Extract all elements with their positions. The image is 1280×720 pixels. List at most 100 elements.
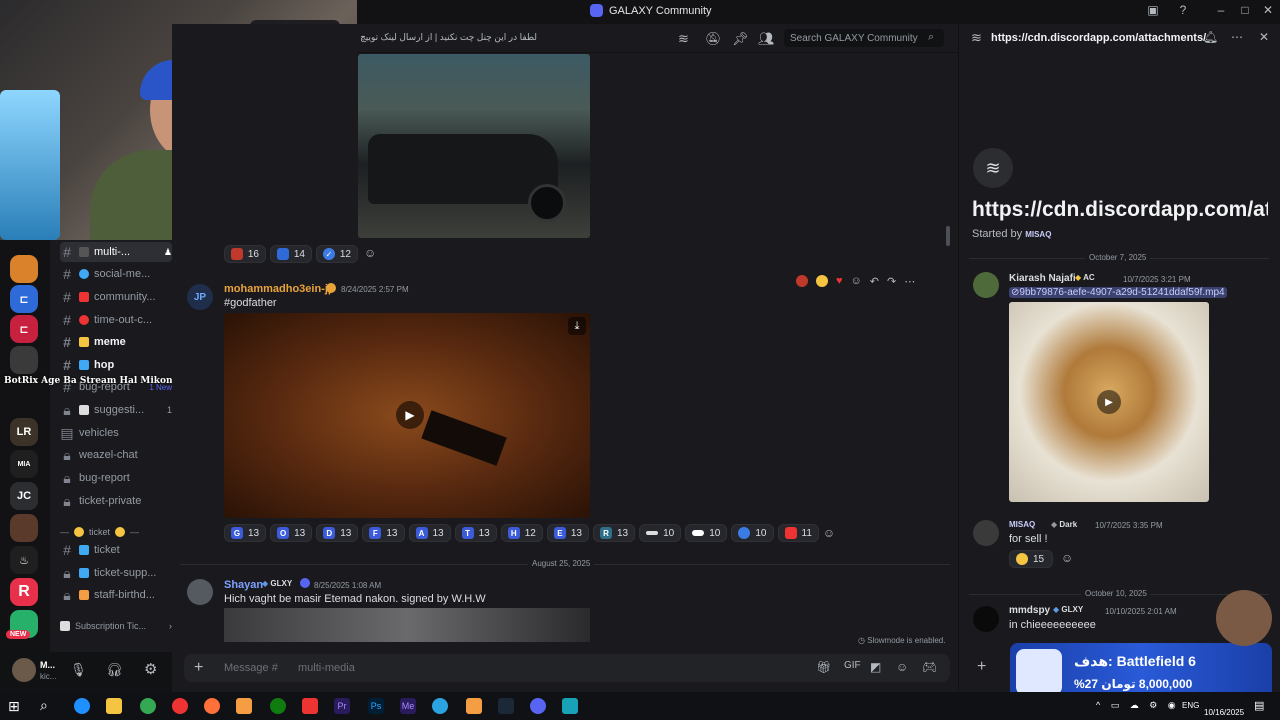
message-composer[interactable]: + Message # multi-media 🎁︎ GIF ◩ ☺ 🎮︎ [184, 654, 950, 682]
server-icon[interactable]: ⊏ [10, 285, 38, 313]
channel-multi-media[interactable]: # multi-... ♟ [60, 242, 172, 262]
reaction-button[interactable]: F 13 [362, 524, 405, 542]
message-author[interactable]: MISAQ [1009, 520, 1035, 529]
close-thread-icon[interactable]: ✕ [1259, 30, 1269, 44]
channel-ticket[interactable]: # ticket [60, 540, 172, 560]
inbox-icon[interactable]: ▣ [1143, 3, 1163, 17]
reaction-button[interactable]: G 13 [224, 524, 267, 542]
video-attachment[interactable]: ▶ ⤓ [224, 313, 590, 518]
xbox-icon[interactable] [270, 698, 286, 714]
sticker-icon[interactable]: ◩ [870, 660, 881, 674]
server-icon[interactable]: MIA [10, 450, 38, 478]
reaction-button[interactable]: E 13 [546, 524, 589, 542]
pin-icon[interactable]: 📌︎ [732, 31, 749, 47]
server-icon[interactable] [10, 255, 38, 283]
channel-hop[interactable]: # hop [60, 355, 172, 375]
premiere-icon[interactable]: Pr [334, 698, 350, 714]
opera-icon[interactable] [172, 698, 188, 714]
language-indicator[interactable]: ENG [1182, 701, 1199, 710]
threads-icon[interactable]: ≋ [678, 31, 689, 47]
server-icon[interactable]: ♨ [10, 546, 38, 574]
more-icon[interactable]: ⋯ [904, 275, 915, 288]
quick-reaction-icon[interactable] [796, 275, 808, 287]
forward-icon[interactable]: ↷ [887, 275, 896, 288]
channel-weazel-chat[interactable]: 🔒︎ weazel-chat [60, 445, 172, 465]
add-member-icon[interactable]: ♟ [164, 247, 172, 258]
search-input[interactable]: Search GALAXY Community ⌕ [784, 29, 944, 47]
download-icon[interactable]: ⤓ [568, 317, 586, 335]
avatar[interactable]: JP [187, 284, 213, 310]
avatar[interactable] [973, 520, 999, 546]
reply-icon[interactable]: ↶ [870, 275, 879, 288]
member-list-icon[interactable]: 👥︎ [758, 31, 775, 47]
help-icon[interactable]: ? [1173, 3, 1193, 17]
attachment-link[interactable]: ⊘9bb79876-aefe-4907-a29d-51241ddaf59f.mp… [1009, 287, 1227, 298]
channel-staff-birthday[interactable]: 🔒︎ staff-birthd... [60, 585, 172, 605]
settings-gear-icon[interactable]: ⚙ [144, 660, 157, 678]
reaction-button[interactable]: O 13 [270, 524, 313, 542]
reaction-button[interactable]: D 13 [316, 524, 359, 542]
more-icon[interactable]: ⋯ [1231, 30, 1243, 44]
message-author[interactable]: Shayan [224, 579, 263, 591]
close-button[interactable]: ✕ [1258, 3, 1278, 17]
discord-icon[interactable] [530, 698, 546, 714]
reaction-button[interactable]: H 12 [500, 524, 543, 542]
add-reaction-icon[interactable]: ☺ [823, 524, 835, 542]
reaction-button[interactable]: 16 [224, 245, 266, 263]
channel-suggestions[interactable]: 🔒︎ suggesti... 1 [60, 400, 172, 420]
gif-icon[interactable]: GIF [844, 660, 861, 671]
windows-start-icon[interactable]: ⊞ [8, 698, 20, 715]
channel-vehicles[interactable]: ▤ vehicles [60, 423, 172, 443]
firefox-icon[interactable] [204, 698, 220, 714]
photoshop-icon[interactable]: Ps [368, 698, 384, 714]
channel-ticket-support[interactable]: 🔒︎ ticket-supp... [60, 563, 172, 583]
avatar[interactable] [973, 606, 999, 632]
channel-time-out[interactable]: # time-out-c... [60, 310, 172, 330]
play-icon[interactable]: ▶ [396, 401, 424, 429]
add-reaction-icon[interactable]: ☺ [851, 275, 862, 287]
heart-icon[interactable]: ♥ [836, 275, 843, 287]
avatar[interactable] [973, 272, 999, 298]
app-icon[interactable] [562, 698, 578, 714]
message-author[interactable]: mohammadho3ein-jp [224, 283, 335, 295]
reaction-button[interactable]: 14 [270, 245, 312, 263]
channel-community[interactable]: # community... [60, 287, 172, 307]
channel-meme[interactable]: # meme [60, 332, 172, 352]
quick-reaction-icon[interactable] [816, 275, 828, 287]
apps-icon[interactable]: 🎮︎ [922, 660, 937, 674]
reaction-button[interactable]: 15 [1009, 550, 1053, 568]
file-explorer-icon[interactable] [106, 698, 122, 714]
category-subscription[interactable]: Subscription Tic... › [60, 616, 172, 636]
notification-bell-icon[interactable]: 🔔︎ [1203, 30, 1218, 44]
server-icon[interactable]: LR [10, 418, 38, 446]
app-icon[interactable] [466, 698, 482, 714]
add-reaction-icon[interactable]: ☺ [364, 246, 376, 260]
server-icon[interactable] [10, 514, 38, 542]
youtube-icon[interactable] [302, 698, 318, 714]
chrome-icon[interactable] [140, 698, 156, 714]
channel-ticket-private[interactable]: 🔒︎ ticket-private [60, 491, 172, 511]
reaction-button[interactable]: ✓ 12 [316, 245, 358, 263]
add-attachment-icon[interactable]: + [194, 659, 203, 677]
play-icon[interactable]: ▶ [1097, 390, 1121, 414]
category-ticket[interactable]: — ticket — [60, 522, 172, 542]
video-attachment[interactable]: ▶ [1009, 302, 1209, 502]
add-reaction-icon[interactable]: ☺ [1061, 551, 1073, 565]
channel-bug-report-2[interactable]: 🔒︎ bug-report [60, 468, 172, 488]
image-attachment[interactable] [358, 54, 590, 238]
media-encoder-icon[interactable]: Me [400, 698, 416, 714]
headphones-icon[interactable]: 🎧︎ [106, 662, 123, 678]
steam-icon[interactable] [498, 698, 514, 714]
search-icon[interactable]: ⌕ [40, 697, 48, 714]
server-icon[interactable]: ⊏ [10, 315, 38, 343]
message-author[interactable]: mmdspy [1009, 605, 1050, 616]
reaction-button[interactable]: 10 [685, 524, 728, 542]
server-icon[interactable]: JC [10, 482, 38, 510]
reaction-button[interactable]: A 13 [408, 524, 451, 542]
avatar[interactable] [12, 658, 36, 682]
reaction-button[interactable]: 10 [731, 524, 774, 542]
telegram-icon[interactable] [432, 698, 448, 714]
scrollbar-thumb[interactable] [946, 226, 950, 246]
emoji-icon[interactable]: ☺ [896, 660, 908, 674]
image-attachment[interactable] [224, 608, 590, 642]
